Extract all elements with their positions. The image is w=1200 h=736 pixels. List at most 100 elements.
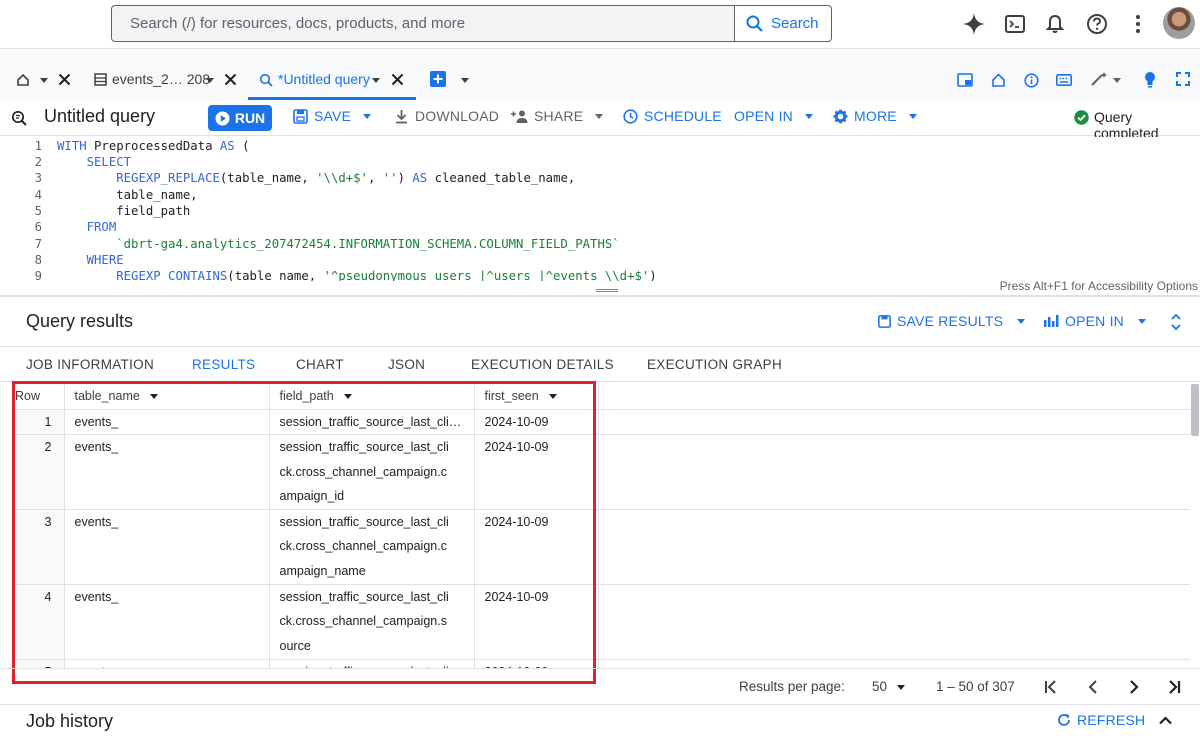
tab-chart[interactable]: CHART (296, 357, 344, 372)
chevron-down-icon (1137, 318, 1146, 324)
sql-editor[interactable]: 1 2 3 4 5 6 7 8 9 WITH PreprocessedData … (0, 137, 1200, 281)
tab-events-table[interactable]: events_2… 208 (112, 71, 210, 87)
code-line: WHERE (86, 253, 124, 267)
person-add-icon (511, 110, 528, 123)
save-results-button[interactable]: SAVE RESULTS (878, 313, 1026, 329)
expand-collapse-icon[interactable] (1170, 313, 1182, 331)
code-line: field_path (57, 204, 191, 218)
tab-results[interactable]: RESULTS (192, 357, 255, 372)
filler-cell (598, 434, 1190, 510)
search-button-label: Search (771, 15, 819, 32)
code-line: WITH PreprocessedData AS ( (57, 139, 250, 153)
new-tab-plus-icon[interactable] (430, 71, 446, 87)
last-page-icon[interactable] (1166, 679, 1182, 695)
pagination-bar: Results per page: 50 1 – 50 of 307 (0, 668, 1200, 704)
filler-cell (598, 659, 1190, 668)
code-line: `dbrt-ga4.analytics_207472454.INFORMATIO… (116, 237, 620, 251)
filler-cell (598, 584, 1190, 660)
filler-cell (598, 409, 1190, 435)
tab-job-information[interactable]: JOB INFORMATION (26, 357, 154, 372)
prev-page-icon[interactable] (1085, 679, 1101, 695)
results-open-in-button[interactable]: OPEN IN (1043, 313, 1146, 329)
line-number: 5 (34, 204, 42, 218)
resize-grip[interactable] (596, 289, 618, 292)
chevron-down-icon (804, 113, 813, 119)
open-in-button[interactable]: OPEN IN (734, 108, 813, 124)
code-line: REGEXP_REPLACE(table_name, '\\d+$', '') … (116, 171, 576, 185)
refresh-label: REFRESH (1077, 712, 1146, 728)
line-number: 6 (34, 220, 42, 234)
more-button[interactable]: MORE (833, 108, 917, 124)
more-vert-icon[interactable] (1124, 10, 1152, 38)
chevron-down-icon[interactable] (40, 78, 48, 83)
chevron-down-icon[interactable] (461, 78, 469, 83)
save-button[interactable]: SAVE (293, 108, 372, 124)
code-line: table_name, (57, 188, 198, 202)
check-circle-icon (1074, 110, 1089, 125)
page-range: 1 – 50 of 307 (936, 679, 1015, 694)
close-icon[interactable] (391, 73, 404, 86)
vertical-scrollbar[interactable] (1191, 384, 1199, 436)
table-icon (94, 73, 107, 86)
play-circle-icon (215, 111, 230, 126)
search-placeholder: Search (/) for resources, docs, products… (130, 15, 466, 32)
job-history-bar: Job history REFRESH (0, 704, 1200, 736)
chevron-down-icon[interactable] (206, 78, 214, 83)
tab-untitled-query[interactable]: *Untitled query (278, 71, 370, 87)
help-icon[interactable] (1083, 10, 1111, 38)
refresh-icon (1057, 713, 1071, 727)
code-line: FROM (86, 220, 117, 234)
accessibility-hint: Press Alt+F1 for Accessibility Options (999, 279, 1198, 293)
query-editor-icon (11, 110, 27, 126)
chevron-up-icon[interactable] (1159, 716, 1172, 725)
save-results-label: SAVE RESULTS (897, 313, 1004, 329)
job-history-title: Job history (26, 711, 114, 731)
home-icon[interactable] (16, 73, 30, 87)
results-tabs: JOB INFORMATION RESULTS CHART JSON EXECU… (0, 346, 1200, 382)
tab-json[interactable]: JSON (388, 357, 425, 372)
panel-splitter[interactable] (0, 295, 1200, 297)
lightbulb-icon[interactable] (1144, 71, 1156, 88)
home-icon[interactable] (991, 73, 1006, 87)
keyboard-icon[interactable] (1056, 74, 1072, 86)
results-per-page-select[interactable]: 50 (872, 679, 905, 694)
chevron-down-icon (363, 113, 372, 119)
line-number: 7 (34, 237, 42, 251)
line-number: 1 (34, 139, 42, 153)
info-icon[interactable] (1024, 73, 1039, 88)
schedule-label: SCHEDULE (644, 108, 722, 124)
download-label: DOWNLOAD (415, 108, 500, 124)
gemini-sparkle-icon[interactable] (960, 10, 988, 38)
close-icon[interactable] (224, 73, 237, 86)
schedule-button[interactable]: SCHEDULE (623, 108, 722, 124)
chevron-down-icon[interactable] (1113, 78, 1121, 83)
fullscreen-icon[interactable] (1176, 72, 1190, 86)
chevron-down-icon[interactable] (372, 78, 380, 83)
search-input[interactable]: Search (/) for resources, docs, products… (111, 5, 832, 42)
first-page-icon[interactable] (1043, 679, 1059, 695)
download-button[interactable]: DOWNLOAD (394, 108, 499, 124)
clock-icon (623, 108, 638, 124)
share-button[interactable]: SHARE (511, 108, 604, 124)
open-in-label: OPEN IN (734, 108, 793, 124)
chevron-down-icon (595, 113, 604, 119)
cloud-shell-icon[interactable] (1001, 10, 1029, 38)
refresh-button[interactable]: REFRESH (1057, 712, 1145, 728)
query-toolbar: Untitled query RUN SAVE DOWNLOAD SHARE S… (0, 100, 1200, 141)
query-title: Untitled query (44, 106, 156, 126)
avatar[interactable] (1163, 7, 1195, 39)
run-button[interactable]: RUN (208, 105, 272, 131)
results-open-in-label: OPEN IN (1065, 313, 1124, 329)
tab-execution-graph[interactable]: EXECUTION GRAPH (647, 357, 782, 372)
magic-wand-icon[interactable] (1090, 71, 1108, 87)
line-number: 9 (34, 269, 42, 281)
notifications-bell-icon[interactable] (1041, 10, 1069, 38)
share-label: SHARE (534, 108, 584, 124)
next-page-icon[interactable] (1126, 679, 1142, 695)
search-button[interactable]: Search (734, 6, 831, 41)
open-in-window-icon[interactable] (957, 73, 973, 87)
line-number: 8 (34, 253, 42, 267)
close-icon[interactable] (58, 73, 71, 86)
results-per-page-label: Results per page: (739, 679, 845, 694)
tab-execution-details[interactable]: EXECUTION DETAILS (471, 357, 614, 372)
